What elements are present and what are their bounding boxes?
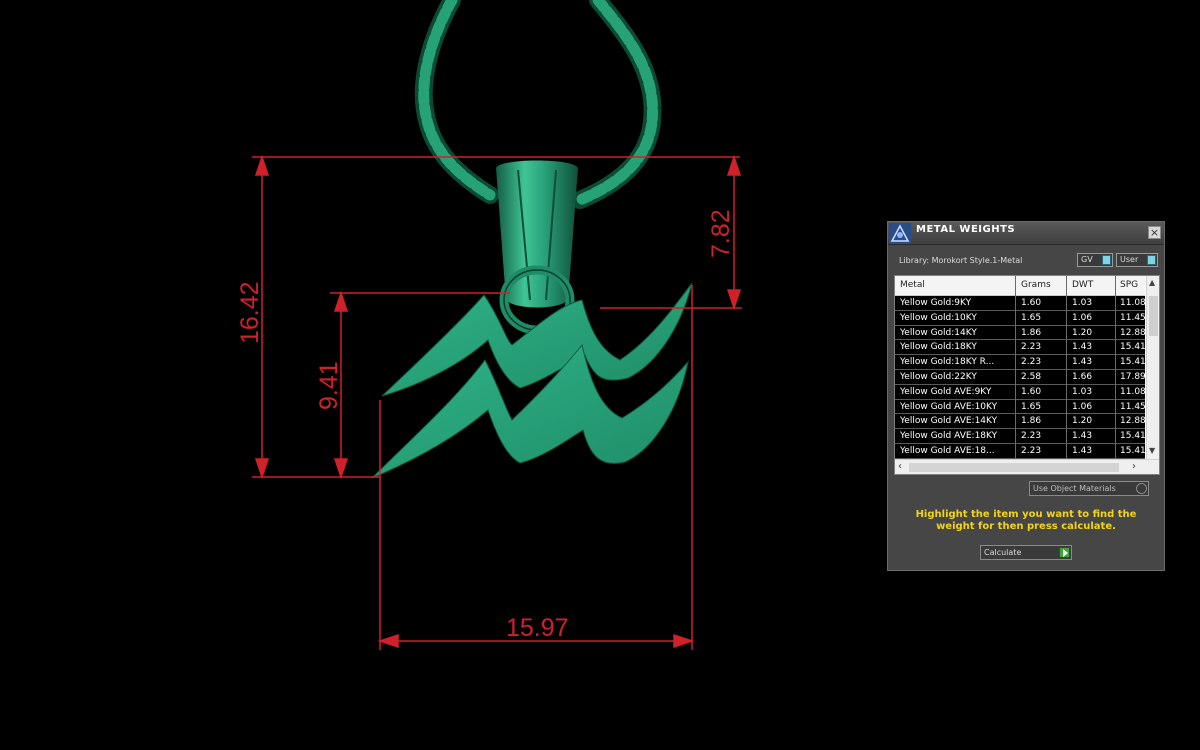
metal-cell: Yellow Gold AVE:10KY [900,401,998,412]
column-header-metal[interactable]: Metal [900,280,1012,290]
vertical-scroll-thumb[interactable] [1149,296,1158,336]
dwt-cell: 1.20 [1072,416,1093,427]
app-logo-icon [889,223,911,244]
grams-cell: 2.23 [1021,357,1042,368]
pendant-bail [496,160,578,335]
table-row[interactable]: Yellow Gold AVE:10KY 1.65 1.06 11.45 [895,399,1146,415]
grams-cell: 1.60 [1021,298,1042,308]
metal-cell: Yellow Gold AVE:18KY [900,431,998,442]
calculate-button[interactable]: Calculate [980,545,1072,560]
radio-icon [1136,483,1147,494]
user-button-label: User [1120,255,1139,264]
grams-cell: 1.65 [1021,312,1042,323]
metal-cell: Yellow Gold:9KY [900,298,972,308]
grams-cell: 2.23 [1021,431,1042,442]
horizontal-scrollbar[interactable]: ‹ › [895,459,1159,474]
grams-cell: 2.58 [1021,371,1042,382]
dim-label-glyph-height: 9.41 [315,361,343,410]
grams-cell: 1.86 [1021,327,1042,338]
table-header: Metal Grams DWT SPG [895,276,1145,296]
instruction-text: Highlight the item you want to find the … [915,509,1137,532]
grams-cell: 2.23 [1021,342,1042,353]
metal-cell: Yellow Gold:18KY [900,342,977,353]
table-row[interactable]: Yellow Gold AVE:18... 2.23 1.43 15.41 [895,443,1146,459]
panel-title: METAL WEIGHTS [916,224,1016,235]
table-row[interactable]: Yellow Gold:14KY 1.86 1.20 12.88 [895,325,1146,341]
grams-cell: 2.23 [1021,445,1042,456]
horizontal-scroll-thumb[interactable] [909,463,1119,472]
dwt-cell: 1.43 [1072,357,1093,368]
metal-weights-panel: METAL WEIGHTS × Library: Morokort Style.… [887,221,1165,571]
library-label: Library: Morokort Style.1-Metal [899,256,1023,265]
user-toggle-icon [1147,255,1156,265]
grams-cell: 1.86 [1021,416,1042,427]
metal-table[interactable]: Metal Grams DWT SPG Yellow Gold:9KY 1.60 1… [894,275,1160,475]
scroll-up-icon[interactable]: ▲ [1149,278,1155,287]
metal-cell: Yellow Gold:10KY [900,312,977,323]
table-row[interactable]: Yellow Gold:18KY 2.23 1.43 15.41 [895,340,1146,356]
table-row[interactable]: Yellow Gold:9KY 1.60 1.03 11.08 [895,296,1146,311]
dim-label-total-height: 16.42 [236,281,264,344]
column-header-grams[interactable]: Grams [1021,280,1065,290]
calculate-label: Calculate [984,548,1022,557]
play-icon [1059,547,1070,558]
scroll-right-icon[interactable]: › [1132,461,1136,472]
dwt-cell: 1.43 [1072,342,1093,353]
column-header-dwt[interactable]: DWT [1072,280,1112,290]
gv-button[interactable]: GV [1077,253,1113,267]
dwt-cell: 1.43 [1072,445,1093,456]
dim-label-width: 15.97 [506,614,569,642]
metal-cell: Yellow Gold:22KY [900,371,977,382]
scroll-down-icon[interactable]: ▼ [1149,446,1155,455]
gv-button-label: GV [1081,255,1093,264]
metal-cell: Yellow Gold:14KY [900,327,977,338]
metal-cell: Yellow Gold AVE:14KY [900,416,998,427]
metal-cell: Yellow Gold AVE:18... [900,445,995,456]
dwt-cell: 1.43 [1072,431,1093,442]
scroll-left-icon[interactable]: ‹ [898,461,902,472]
metal-cell: Yellow Gold AVE:9KY [900,386,992,397]
dwt-cell: 1.06 [1072,401,1093,412]
pendant-aquarius-glyph [371,282,693,479]
grams-cell: 1.65 [1021,401,1042,412]
table-row[interactable]: Yellow Gold:18KY R... 2.23 1.43 15.41 [895,355,1146,370]
close-icon[interactable]: × [1148,226,1161,239]
dwt-cell: 1.06 [1072,312,1093,323]
table-row[interactable]: Yellow Gold:10KY 1.65 1.06 11.45 [895,310,1146,326]
use-object-materials-label: Use Object Materials [1033,484,1116,493]
table-row[interactable]: Yellow Gold:22KY 2.58 1.66 17.89 [895,369,1146,385]
dwt-cell: 1.20 [1072,327,1093,338]
dwt-cell: 1.66 [1072,371,1093,382]
table-row[interactable]: Yellow Gold AVE:18KY 2.23 1.43 15.41 [895,429,1146,444]
table-rows: Yellow Gold:9KY 1.60 1.03 11.08 Yellow Gold:… [895,296,1146,459]
table-row[interactable]: Yellow Gold AVE:14KY 1.86 1.20 12.88 [895,414,1146,430]
user-button[interactable]: User [1116,253,1158,267]
dwt-cell: 1.03 [1072,298,1093,308]
vertical-scrollbar[interactable]: ▲ ▼ [1146,276,1159,459]
dwt-cell: 1.03 [1072,386,1093,397]
metal-cell: Yellow Gold:18KY R... [900,357,995,368]
dim-label-bail-height: 7.82 [707,209,735,258]
panel-titlebar[interactable]: METAL WEIGHTS × [888,222,1164,245]
gv-toggle-icon [1102,255,1111,265]
use-object-materials-toggle[interactable]: Use Object Materials [1029,481,1149,496]
table-row[interactable]: Yellow Gold AVE:9KY 1.60 1.03 11.08 [895,384,1146,400]
grams-cell: 1.60 [1021,386,1042,397]
